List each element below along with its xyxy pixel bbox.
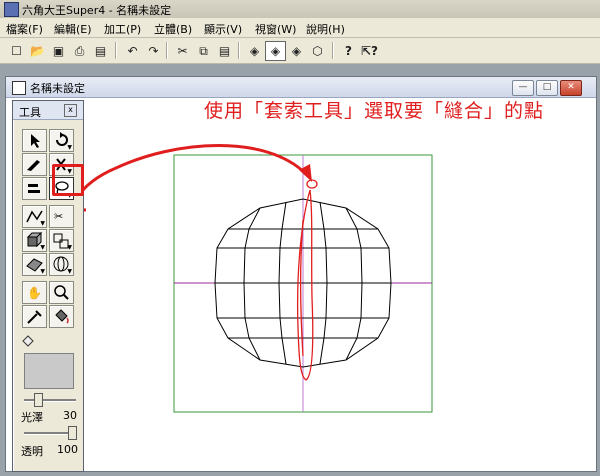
subdivide-tool[interactable]: ▼	[49, 229, 74, 252]
view-rotate-icon[interactable]: ◈	[265, 41, 286, 61]
tool-palette-title: 工具	[19, 106, 41, 119]
new-icon[interactable]: ☐	[6, 41, 27, 61]
tool-palette: 工具 x ▼ ▼ ▼ ▼ ✂ ▼ ▼ ▼ ▼ ✋ 光澤 30 透明 100	[12, 100, 84, 472]
cut-icon[interactable]: ✂	[172, 41, 193, 61]
app-title-bar: 六角大王Super4 - 名稱未設定	[0, 0, 600, 18]
app-title: 六角大王Super4 - 名稱未設定	[22, 4, 172, 17]
svg-text:✂: ✂	[54, 210, 63, 223]
model-canvas[interactable]	[6, 98, 596, 471]
open-icon[interactable]: 📂	[27, 41, 48, 61]
select-arrow-tool[interactable]	[22, 129, 47, 152]
svg-text:✋: ✋	[27, 286, 42, 300]
document-title-bar: 名稱未設定 — □ ✕	[6, 77, 596, 98]
menu-file[interactable]: 檔案(F)	[6, 21, 43, 37]
print-preview-icon[interactable]: ▤	[90, 41, 111, 61]
menu-edit[interactable]: 編輯(E)	[54, 21, 92, 37]
opacity-slider[interactable]	[24, 426, 77, 440]
lasso-tool-highlight	[52, 164, 84, 196]
minimize-button[interactable]: —	[512, 80, 534, 96]
sphere-tool[interactable]: ▼	[49, 253, 74, 276]
tool-palette-title-bar: 工具 x	[13, 101, 83, 120]
print-icon[interactable]: ⎙	[69, 41, 90, 61]
document-window: 名稱未設定 — □ ✕	[5, 76, 597, 472]
move-points-tool[interactable]	[22, 177, 47, 200]
help-icon[interactable]: ?	[338, 41, 359, 61]
paint-icon	[21, 333, 35, 347]
extrude-tool[interactable]: ▼	[22, 229, 47, 252]
menu-window[interactable]: 視窗(W)	[255, 21, 296, 37]
context-help-icon[interactable]: ⇱?	[359, 41, 380, 61]
main-toolbar: ☐ 📂 ▣ ⎙ ▤ ↶ ↷ ✂ ⧉ ▤ ◈ ◈ ◈ ⬡ ? ⇱?	[0, 38, 600, 64]
copy-icon[interactable]: ⧉	[193, 41, 214, 61]
view-front-icon[interactable]: ◈	[244, 41, 265, 61]
app-icon	[4, 2, 19, 17]
tool-palette-close-icon[interactable]: x	[64, 104, 77, 117]
gloss-label: 光澤	[21, 411, 43, 424]
eyedropper-tool[interactable]	[22, 305, 47, 328]
document-title: 名稱未設定	[30, 82, 85, 95]
paste-icon[interactable]: ▤	[214, 41, 235, 61]
hand-pan-tool[interactable]: ✋	[22, 281, 47, 304]
close-button[interactable]: ✕	[560, 80, 582, 96]
knife-tool[interactable]	[22, 153, 47, 176]
undo-icon[interactable]: ↶	[122, 41, 143, 61]
redo-icon[interactable]: ↷	[143, 41, 164, 61]
opacity-value: 100	[57, 443, 78, 456]
paint-bucket-tool[interactable]	[49, 305, 74, 328]
view-cube-icon[interactable]: ⬡	[307, 41, 328, 61]
maximize-button[interactable]: □	[536, 80, 558, 96]
menu-solid[interactable]: 立體(B)	[154, 21, 192, 37]
document-icon	[12, 81, 26, 95]
gloss-slider[interactable]	[24, 393, 76, 407]
gloss-value: 30	[63, 409, 77, 422]
view-top-icon[interactable]: ◈	[286, 41, 307, 61]
lasso-selection	[296, 179, 318, 381]
opacity-label: 透明	[21, 445, 43, 458]
annotation-arrowhead	[299, 164, 312, 182]
polyline-tool[interactable]: ▼	[22, 205, 47, 228]
annotation-text: 使用「套索工具」選取要「縫合」的點	[204, 100, 545, 122]
menu-bar: 檔案(F) 編輯(E) 加工(P) 立體(B) 顯示(V) 視窗(W) 說明(H…	[0, 18, 600, 38]
zoom-tool[interactable]	[49, 281, 74, 304]
rotate-tool[interactable]: ▼	[49, 129, 74, 152]
menu-process[interactable]: 加工(P)	[104, 21, 141, 37]
menu-help[interactable]: 說明(H)	[306, 21, 345, 37]
save-icon[interactable]: ▣	[48, 41, 69, 61]
cut-line-tool[interactable]: ✂	[49, 205, 74, 228]
menu-view[interactable]: 顯示(V)	[204, 21, 242, 37]
plane-tool[interactable]: ▼	[22, 253, 47, 276]
material-preview-swatch	[24, 353, 74, 389]
